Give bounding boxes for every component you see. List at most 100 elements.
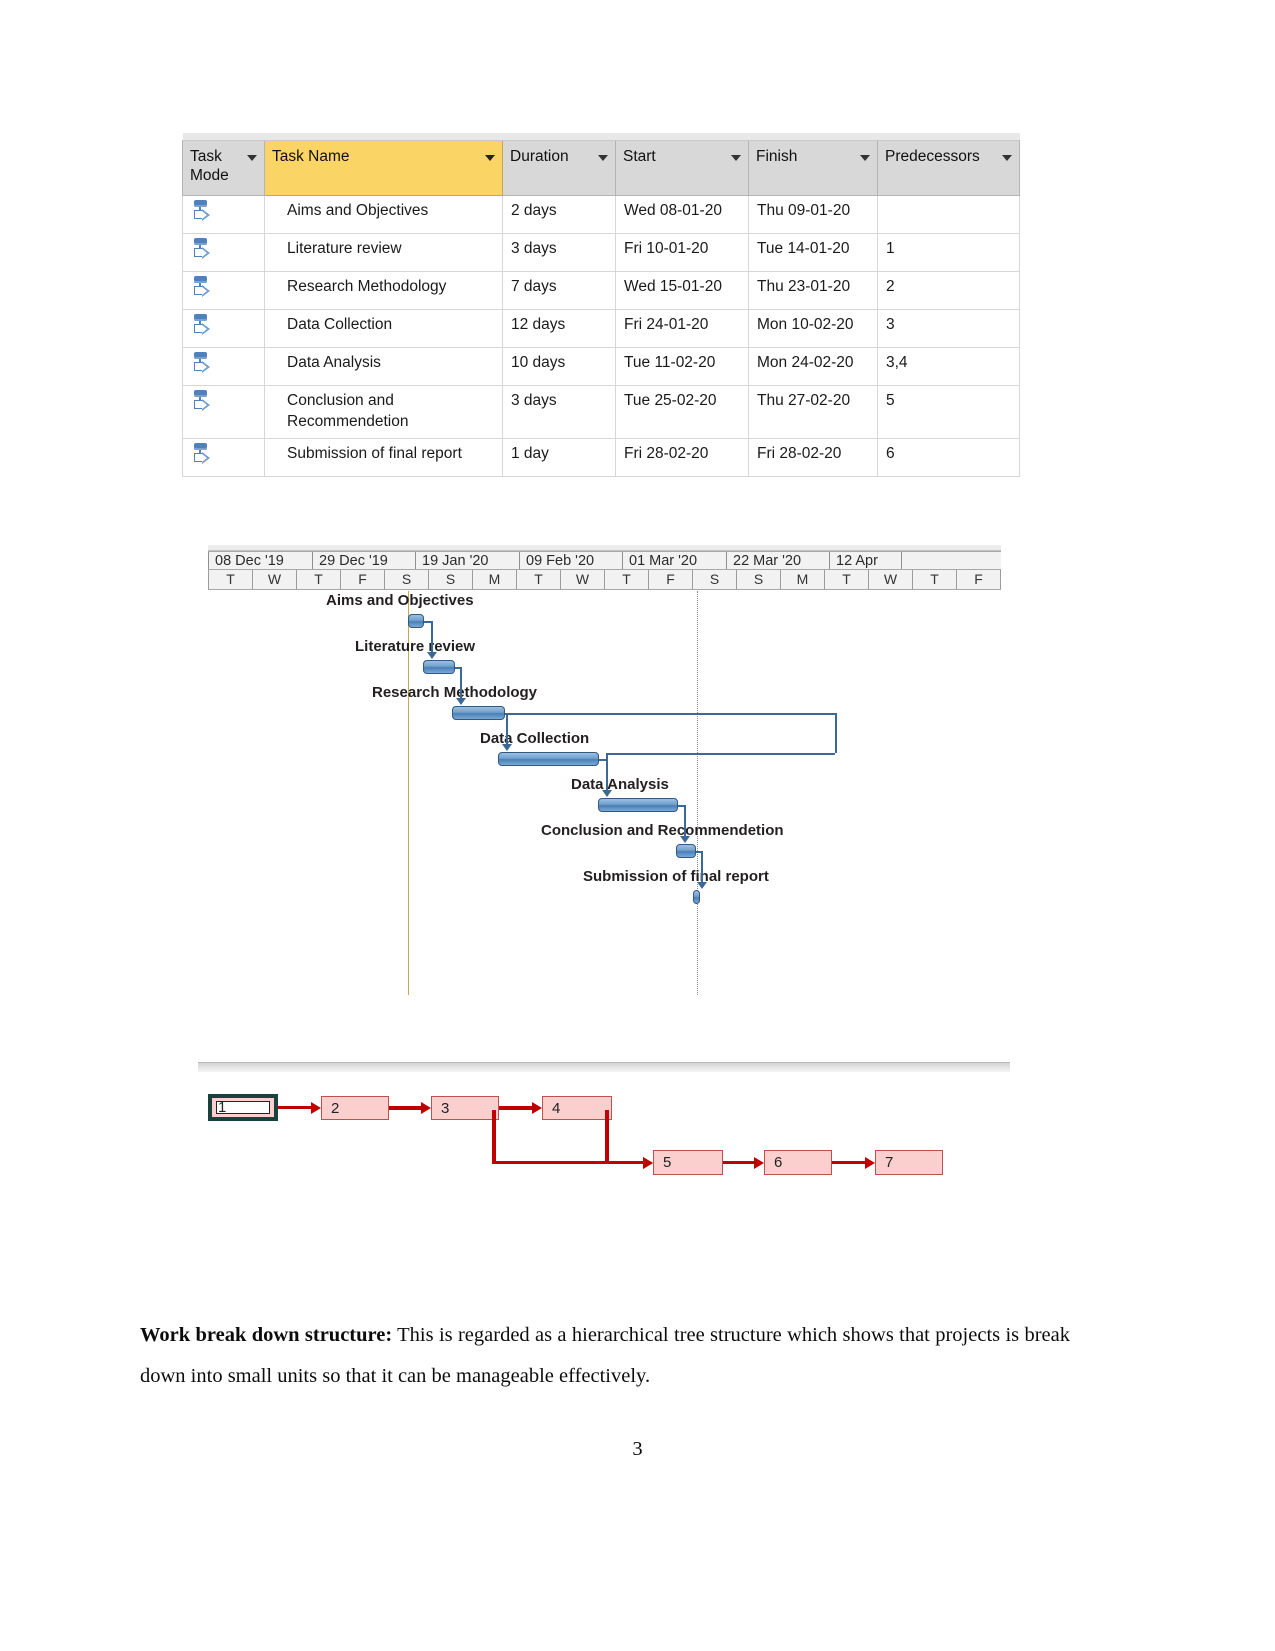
table-row[interactable]: Conclusion and Recommendetion 3 days Tue 2… <box>182 384 1020 440</box>
dependency-arrowhead <box>697 882 707 889</box>
cell-start[interactable]: Fri 28-02-20 <box>615 438 749 478</box>
cell-duration[interactable]: 10 days <box>502 347 616 386</box>
filter-dropdown-icon[interactable] <box>485 155 495 161</box>
network-node[interactable]: 1 <box>208 1094 278 1121</box>
cell-duration[interactable]: 3 days <box>502 233 616 272</box>
timeline-day-label: S <box>693 570 737 589</box>
cell-finish[interactable]: Thu 27-02-20 <box>748 384 878 440</box>
cell-task-name[interactable]: Data Analysis <box>264 347 503 386</box>
cell-duration[interactable]: 2 days <box>502 195 616 234</box>
cell-task-mode[interactable] <box>182 347 265 386</box>
cell-start[interactable]: Fri 10-01-20 <box>615 233 749 272</box>
timeline-day-label: T <box>825 570 869 589</box>
cell-start[interactable]: Wed 08-01-20 <box>615 195 749 234</box>
network-node-label: 3 <box>441 1099 450 1117</box>
table-row[interactable]: Research Methodology 7 days Wed 15-01-20 Th… <box>182 271 1020 310</box>
network-diagram-canvas: 1 2 3 4 5 6 7 <box>198 1062 1010 1197</box>
cell-task-mode[interactable] <box>182 271 265 310</box>
filter-dropdown-icon[interactable] <box>731 155 741 161</box>
cell-finish[interactable]: Thu 09-01-20 <box>748 195 878 234</box>
cell-predecessors[interactable]: 5 <box>877 384 1020 440</box>
filter-dropdown-icon[interactable] <box>1002 155 1012 161</box>
status-date-line <box>697 591 698 995</box>
cell-task-mode[interactable] <box>182 438 265 478</box>
gantt-bar[interactable] <box>676 844 696 858</box>
gantt-bar[interactable] <box>693 890 700 904</box>
cell-task-name[interactable]: Research Methodology <box>264 271 503 310</box>
cell-task-name[interactable]: Data Collection <box>264 309 503 348</box>
timeline-month-label: 29 Dec '19 <box>313 552 416 569</box>
gantt-bar[interactable] <box>408 614 424 628</box>
cell-start[interactable]: Tue 25-02-20 <box>615 384 749 440</box>
network-edge <box>605 1110 609 1161</box>
network-node[interactable]: 6 <box>764 1150 832 1175</box>
network-node[interactable]: 2 <box>321 1096 389 1120</box>
gantt-bar[interactable] <box>423 660 455 674</box>
filter-dropdown-icon[interactable] <box>247 155 257 161</box>
cell-predecessors[interactable]: 2 <box>877 271 1020 310</box>
cell-finish[interactable]: Tue 14-01-20 <box>748 233 878 272</box>
cell-task-name[interactable]: Submission of final report <box>264 438 503 478</box>
cell-task-name[interactable]: Literature review <box>264 233 503 272</box>
network-node[interactable]: 7 <box>875 1150 943 1175</box>
cell-task-mode[interactable] <box>182 309 265 348</box>
column-header-start[interactable]: Start <box>615 140 749 196</box>
cell-start[interactable]: Wed 15-01-20 <box>615 271 749 310</box>
network-edge <box>832 1160 866 1164</box>
gantt-timeline-months: 08 Dec '19 29 Dec '19 19 Jan '20 09 Feb '20… <box>208 551 1001 570</box>
cell-start[interactable]: Tue 11-02-20 <box>615 347 749 386</box>
cell-task-mode[interactable] <box>182 233 265 272</box>
filter-dropdown-icon[interactable] <box>860 155 870 161</box>
network-node[interactable]: 4 <box>542 1096 612 1120</box>
cell-finish[interactable]: Thu 23-01-20 <box>748 271 878 310</box>
table-row[interactable]: Data Analysis 10 days Tue 11-02-20 Mon 24-0… <box>182 347 1020 386</box>
cell-duration[interactable]: 12 days <box>502 309 616 348</box>
cell-start[interactable]: Fri 24-01-20 <box>615 309 749 348</box>
gantt-timeline-days: TWTFSSMTWTFSSMTWTF <box>208 570 1001 590</box>
column-header-duration[interactable]: Duration <box>502 140 616 196</box>
cell-finish[interactable]: Fri 28-02-20 <box>748 438 878 478</box>
column-header-task-mode[interactable]: Task Mode <box>182 140 265 196</box>
network-node[interactable]: 5 <box>653 1150 723 1175</box>
dependency-link <box>599 759 606 761</box>
cell-predecessors[interactable] <box>877 195 1020 234</box>
gantt-bar[interactable] <box>598 798 678 812</box>
cell-duration[interactable]: 3 days <box>502 384 616 440</box>
dependency-link <box>431 621 433 654</box>
cell-predecessors[interactable]: 3,4 <box>877 347 1020 386</box>
cell-task-name[interactable]: Aims and Objectives <box>264 195 503 234</box>
table-row[interactable]: Submission of final report 1 day Fri 28-02… <box>182 438 1020 478</box>
timeline-month-label: 22 Mar '20 <box>727 552 830 569</box>
cell-predecessors[interactable]: 6 <box>877 438 1020 478</box>
table-row[interactable]: Data Collection 12 days Fri 24-01-20 Mon 10… <box>182 309 1020 348</box>
gantt-bar-label: Submission of final report <box>583 868 769 885</box>
cell-task-name[interactable]: Conclusion and Recommendetion <box>264 384 503 440</box>
column-header-finish[interactable]: Finish <box>748 140 878 196</box>
dependency-arrowhead <box>502 744 512 751</box>
network-edge-arrowhead <box>311 1102 321 1114</box>
network-edge-arrowhead <box>421 1102 431 1114</box>
network-edge-arrowhead <box>754 1156 764 1169</box>
dependency-arrowhead <box>456 698 466 705</box>
cell-duration[interactable]: 1 day <box>502 438 616 478</box>
dependency-link <box>701 851 703 884</box>
network-node[interactable]: 3 <box>431 1096 499 1120</box>
cell-predecessors[interactable]: 3 <box>877 309 1020 348</box>
cell-task-mode[interactable] <box>182 384 265 440</box>
table-row[interactable]: Literature review 3 days Fri 10-01-20 Tue 1… <box>182 233 1020 272</box>
timeline-day-label: S <box>429 570 473 589</box>
cell-duration[interactable]: 7 days <box>502 271 616 310</box>
cell-predecessors[interactable]: 1 <box>877 233 1020 272</box>
gantt-bar[interactable] <box>452 706 505 720</box>
column-header-task-name[interactable]: Task Name <box>264 140 503 196</box>
timeline-month-label: 12 Apr <box>830 552 902 569</box>
cell-finish[interactable]: Mon 24-02-20 <box>748 347 878 386</box>
filter-dropdown-icon[interactable] <box>598 155 608 161</box>
timeline-day-label: F <box>957 570 1001 589</box>
timeline-day-label: S <box>737 570 781 589</box>
gantt-bar[interactable] <box>498 752 599 766</box>
table-row[interactable]: Aims and Objectives 2 days Wed 08-01-20 Thu… <box>182 195 1020 234</box>
column-header-predecessors[interactable]: Predecessors <box>877 140 1020 196</box>
cell-task-mode[interactable] <box>182 195 265 234</box>
cell-finish[interactable]: Mon 10-02-20 <box>748 309 878 348</box>
